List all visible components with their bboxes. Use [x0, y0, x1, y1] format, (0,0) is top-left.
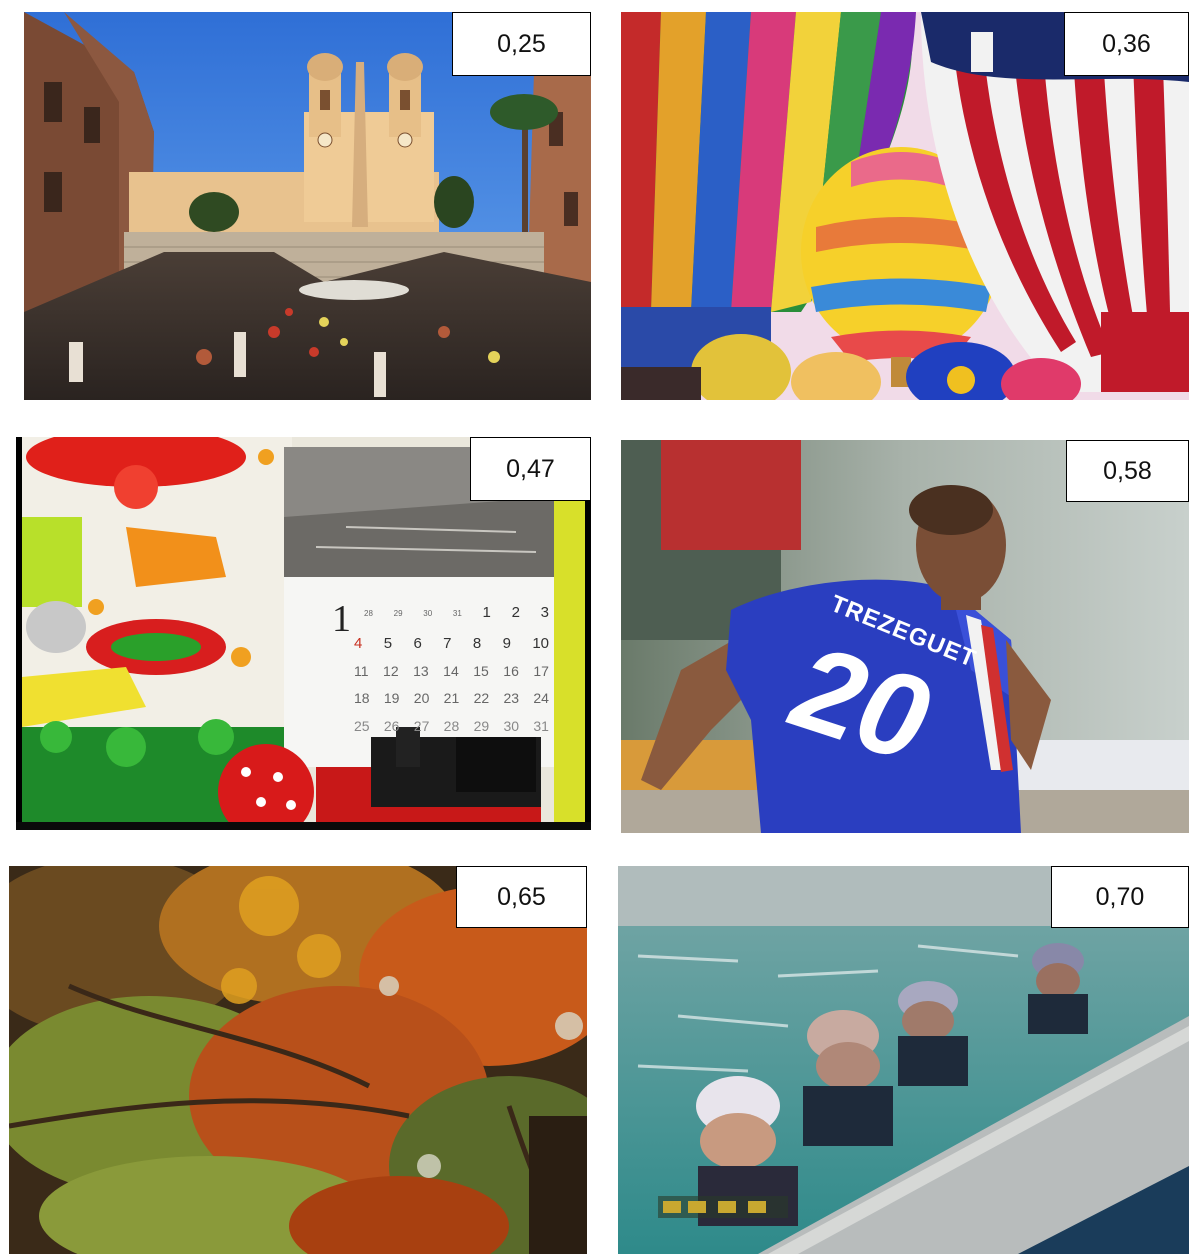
calendar-day: 7 [443, 635, 452, 652]
calendar-day: 28 [364, 609, 373, 618]
calendar-day: 25 [354, 718, 370, 734]
image-swimmers-pool: 0,70 [618, 866, 1189, 1254]
calendar-day: 10 [532, 635, 549, 652]
score-label: 0,36 [1064, 12, 1189, 76]
calendar-day: 20 [413, 690, 430, 706]
score-label: 0,65 [456, 866, 587, 928]
image-football-player: TREZEGUET 20 0,58 [621, 440, 1189, 833]
image-hot-air-balloons: 0,36 [621, 12, 1189, 400]
calendar-day: 6 [413, 635, 422, 652]
calendar-day: 9 [502, 635, 511, 652]
calendar-day: 21 [443, 690, 460, 706]
calendar-header-row: 28 29 30 31 1 2 3 [364, 604, 549, 621]
calendar-day: 22 [473, 690, 490, 706]
calendar-day: 11 [354, 663, 369, 679]
score-label: 0,47 [470, 437, 591, 501]
calendar-day: 13 [413, 663, 429, 679]
calendar-day: 24 [533, 690, 549, 706]
calendar-day: 30 [503, 718, 520, 734]
calendar-day: 16 [503, 663, 519, 679]
calendar-day: 14 [443, 663, 459, 679]
calendar-day: 2 [511, 604, 520, 621]
calendar-day: 29 [473, 718, 490, 734]
calendar-week: 4 5 6 7 8 9 10 [354, 635, 549, 652]
calendar-day: 27 [413, 718, 430, 734]
calendar-day: 31 [452, 609, 462, 618]
score-label: 0,58 [1066, 440, 1189, 502]
calendar-day: 12 [383, 663, 399, 679]
calendar-sheet: 1 28 29 30 31 1 2 3 4 5 6 7 8 9 10 11 12… [304, 587, 554, 747]
calendar-day: 4 [354, 635, 363, 652]
calendar-day: 15 [473, 663, 489, 679]
calendar-day: 17 [533, 663, 549, 679]
calendar-month-number: 1 [332, 598, 351, 640]
calendar-day: 29 [393, 609, 403, 618]
calendar-day: 8 [472, 635, 482, 652]
calendar-week: 11 12 13 14 15 16 17 [354, 663, 549, 679]
calendar-day: 1 [482, 604, 491, 621]
calendar-day: 28 [443, 718, 460, 734]
score-label: 0,70 [1051, 866, 1189, 928]
calendar-day: 30 [423, 609, 433, 618]
calendar-day: 31 [533, 718, 549, 734]
calendar-day: 26 [383, 718, 400, 734]
image-calendar-toys: 1 28 29 30 31 1 2 3 4 5 6 7 8 9 10 11 12… [16, 437, 591, 830]
calendar-day: 19 [383, 690, 400, 706]
calendar-week: 25 26 27 28 29 30 31 [354, 718, 549, 734]
calendar-day: 18 [354, 690, 370, 706]
calendar-week: 18 19 20 21 22 23 24 [354, 690, 549, 706]
calendar-day: 5 [383, 635, 393, 652]
calendar-day: 23 [503, 690, 520, 706]
score-label: 0,25 [452, 12, 591, 76]
image-autumn-tree: 0,65 [9, 866, 587, 1254]
image-rome-steps: 0,25 [24, 12, 591, 400]
calendar-day: 3 [540, 604, 549, 621]
